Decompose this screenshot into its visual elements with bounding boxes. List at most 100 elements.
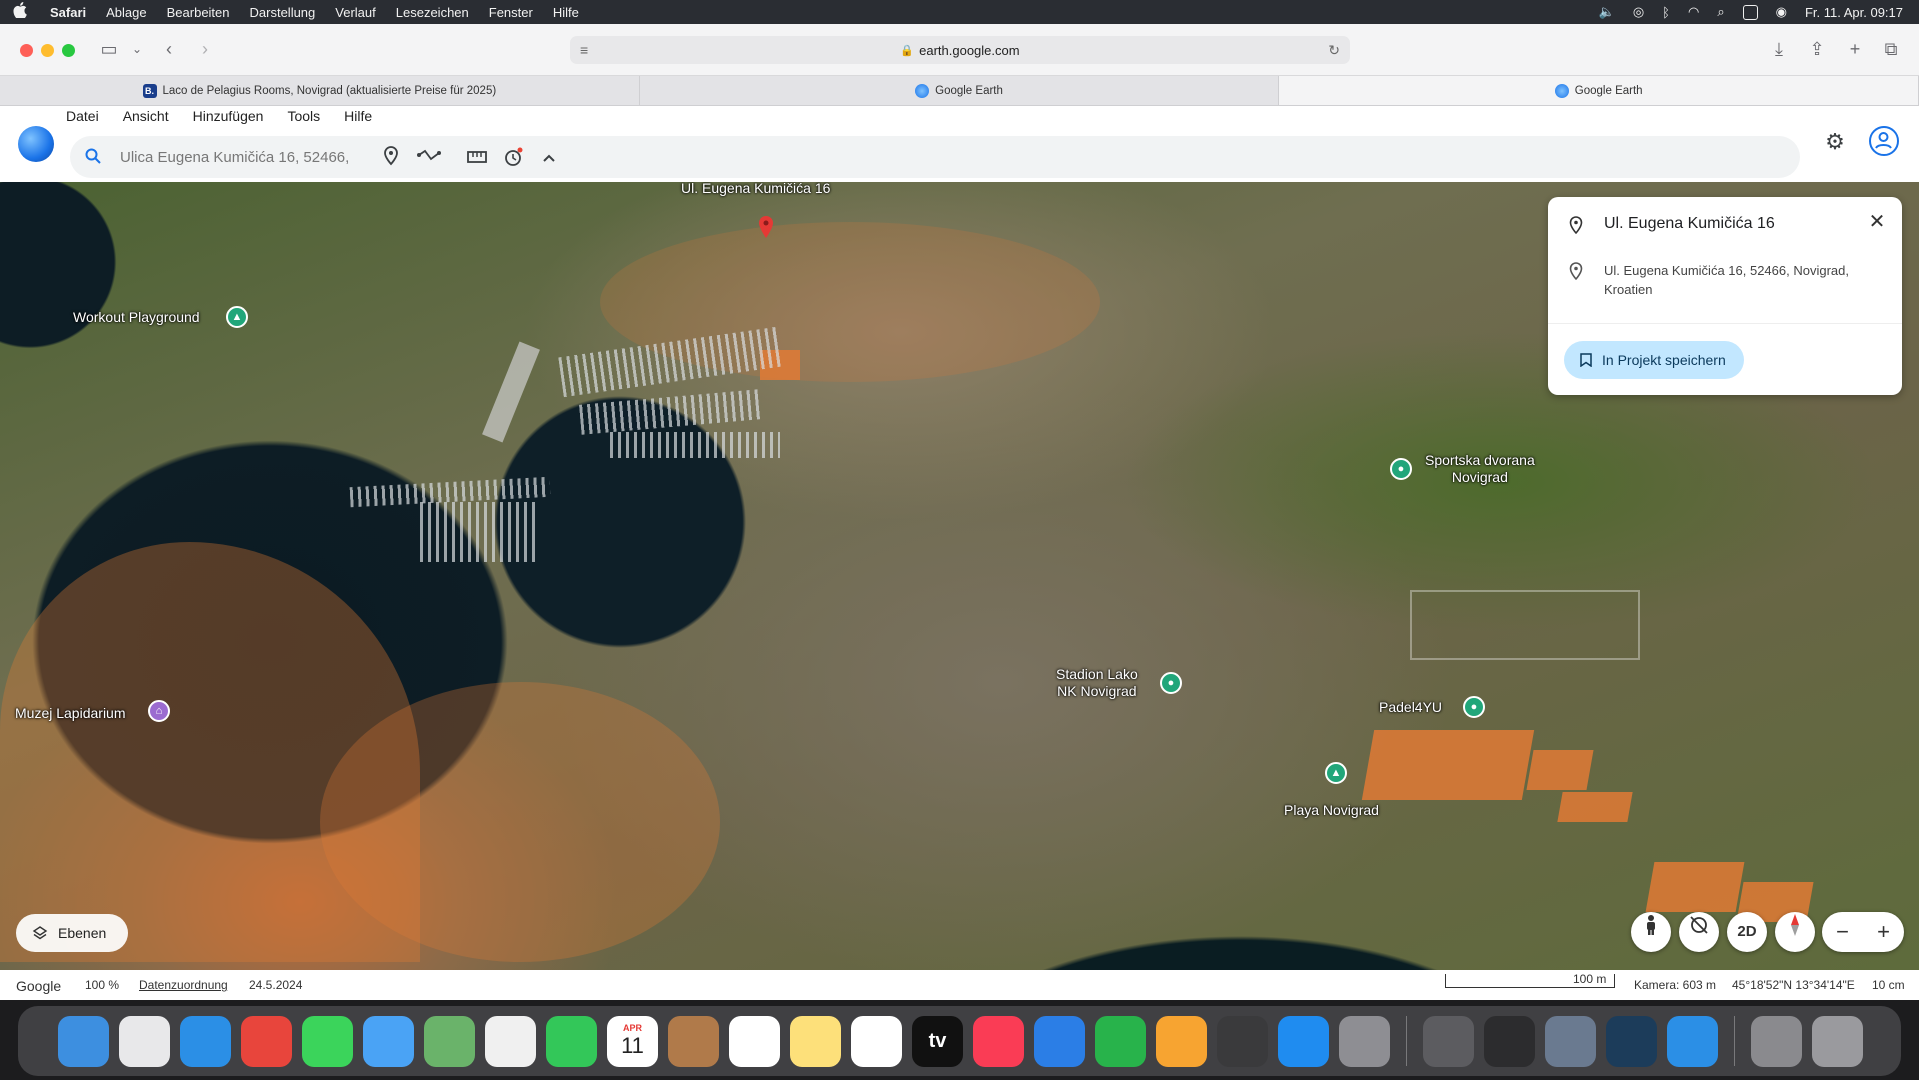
siri-icon[interactable]: ◉ <box>1776 4 1787 20</box>
layers-button[interactable]: Ebenen <box>16 914 128 952</box>
screenshot-dock-icon[interactable] <box>1484 1015 1535 1067</box>
chrome-dock-icon[interactable] <box>241 1015 292 1067</box>
save-to-project-button[interactable]: In Projekt speichern <box>1564 341 1744 379</box>
keynote-dock-icon[interactable] <box>1034 1015 1085 1067</box>
map-label-selected-address[interactable]: Ul. Eugena Kumičića 16 <box>681 182 830 196</box>
earth-menu-ansicht[interactable]: Ansicht <box>123 108 169 124</box>
toggle-2d-button[interactable]: 2D <box>1727 912 1767 952</box>
zoom-window-button[interactable] <box>62 44 75 57</box>
poi-beach-icon[interactable]: ▲ <box>1325 762 1347 784</box>
poi-sport-icon[interactable]: ● <box>1390 458 1412 480</box>
messages-dock-icon[interactable] <box>302 1015 353 1067</box>
tv-dock-icon[interactable]: tv <box>912 1015 963 1067</box>
search-icon[interactable] <box>84 147 102 165</box>
safari-dock-icon[interactable] <box>180 1015 231 1067</box>
numbers-dock-icon[interactable] <box>1095 1015 1146 1067</box>
trash-dock-icon[interactable] <box>1812 1015 1863 1067</box>
poi-stadium-icon[interactable]: ● <box>1160 672 1182 694</box>
menu-fenster[interactable]: Fenster <box>479 5 543 20</box>
map-label-stadion[interactable]: Stadion Lako NK Novigrad <box>1056 666 1138 700</box>
forward-button[interactable]: › <box>194 38 216 60</box>
gear-icon[interactable]: ⚙ <box>1821 128 1849 156</box>
facetime-dock-icon[interactable] <box>546 1015 597 1067</box>
notes-dock-icon[interactable] <box>790 1015 841 1067</box>
volume-icon[interactable]: 🔈 <box>1599 4 1615 20</box>
add-placemark-icon[interactable] <box>380 146 402 168</box>
image-capture-dock-icon[interactable] <box>1545 1015 1596 1067</box>
address-bar[interactable]: ≡ 🔒 earth.google.com ↻ <box>570 36 1350 64</box>
earth-menu-hilfe[interactable]: Hilfe <box>344 108 372 124</box>
map-label-sportska[interactable]: Sportska dvorana Novigrad <box>1425 452 1535 486</box>
data-attribution-link[interactable]: Datenzuordnung <box>139 978 228 992</box>
tab-google-earth-1[interactable]: Google Earth <box>640 76 1280 105</box>
close-window-button[interactable] <box>20 44 33 57</box>
menu-hilfe[interactable]: Hilfe <box>543 5 589 20</box>
app-store-dock-icon[interactable] <box>1278 1015 1329 1067</box>
map-label-padel[interactable]: Padel4YU <box>1379 699 1442 715</box>
share-icon[interactable]: ⇪ <box>1806 38 1828 60</box>
menu-lesezeichen[interactable]: Lesezeichen <box>386 5 479 20</box>
account-avatar[interactable] <box>1869 126 1899 156</box>
compass-icon[interactable] <box>1775 912 1815 952</box>
reminders-dock-icon[interactable] <box>729 1015 780 1067</box>
finder-dock-icon[interactable] <box>58 1015 109 1067</box>
back-button[interactable]: ‹ <box>158 38 180 60</box>
hotspot-icon[interactable]: ◎ <box>1633 4 1644 20</box>
map-label-playa[interactable]: Playa Novigrad <box>1284 802 1379 818</box>
sidebar-toggle-icon[interactable]: ▭ <box>98 38 120 60</box>
poi-park-icon[interactable]: ▲ <box>226 306 248 328</box>
map-label-muzej[interactable]: Muzej Lapidarium <box>15 705 126 721</box>
system-settings-dock-icon[interactable] <box>1339 1015 1390 1067</box>
preview-dock-icon[interactable] <box>1423 1015 1474 1067</box>
quicktime-dock-icon[interactable] <box>1606 1015 1657 1067</box>
new-tab-icon[interactable]: + <box>1844 38 1866 60</box>
location-pin-icon[interactable] <box>758 216 774 238</box>
street-view-pegman-button[interactable] <box>1631 912 1671 952</box>
zoom-in-button[interactable]: + <box>1863 912 1904 952</box>
wifi-icon[interactable]: ◠ <box>1688 4 1699 20</box>
mail-dock-icon[interactable] <box>363 1015 414 1067</box>
poi-sport-icon[interactable]: ● <box>1463 696 1485 718</box>
downloads-icon[interactable]: ⤓ <box>1768 38 1790 60</box>
chevron-down-icon[interactable]: ⌄ <box>126 38 148 60</box>
tab-overview-icon[interactable]: ⧉ <box>1880 38 1902 60</box>
earth-menu-tools[interactable]: Tools <box>287 108 320 124</box>
calendar-dock-icon[interactable]: APR 11 <box>607 1015 658 1067</box>
close-icon[interactable]: ✕ <box>1866 211 1888 233</box>
chevron-up-icon[interactable] <box>538 146 560 168</box>
menu-safari[interactable]: Safari <box>40 5 96 20</box>
zoom-out-button[interactable]: − <box>1822 912 1863 952</box>
maps-dock-icon[interactable] <box>424 1015 475 1067</box>
reload-icon[interactable]: ↻ <box>1328 42 1340 59</box>
freeform-dock-icon[interactable] <box>851 1015 902 1067</box>
archive-dock-icon[interactable] <box>1751 1015 1802 1067</box>
calculator-dock-icon[interactable] <box>1217 1015 1268 1067</box>
earth-menu-datei[interactable]: Datei <box>66 108 99 124</box>
photos-dock-icon[interactable] <box>485 1015 536 1067</box>
poi-museum-icon[interactable]: ⌂ <box>148 700 170 722</box>
safari-2-dock-icon[interactable] <box>1667 1015 1718 1067</box>
clock[interactable]: Fr. 11. Apr. 09:17 <box>1805 5 1903 20</box>
tab-booking[interactable]: B. Laco de Pelagius Rooms, Novigrad (akt… <box>0 76 640 105</box>
draw-path-icon[interactable] <box>416 146 442 168</box>
minimize-window-button[interactable] <box>41 44 54 57</box>
launchpad-dock-icon[interactable] <box>119 1015 170 1067</box>
tab-google-earth-2[interactable]: Google Earth <box>1279 76 1919 105</box>
pages-dock-icon[interactable] <box>1156 1015 1207 1067</box>
menu-verlauf[interactable]: Verlauf <box>325 5 385 20</box>
reset-tilt-icon[interactable] <box>1679 912 1719 952</box>
control-center-icon[interactable] <box>1742 4 1758 20</box>
measure-icon[interactable] <box>466 146 488 168</box>
map-label-workout[interactable]: Workout Playground <box>73 309 200 325</box>
contacts-dock-icon[interactable] <box>668 1015 719 1067</box>
historical-imagery-icon[interactable] <box>502 146 524 168</box>
page-menu-icon[interactable]: ≡ <box>580 42 588 58</box>
bluetooth-icon[interactable]: ᛒ <box>1662 5 1670 20</box>
menu-ablage[interactable]: Ablage <box>96 5 156 20</box>
earth-menu-hinzufuegen[interactable]: Hinzufügen <box>193 108 264 124</box>
google-earth-logo[interactable] <box>18 126 54 162</box>
menu-bearbeiten[interactable]: Bearbeiten <box>157 5 240 20</box>
apple-menu-icon[interactable] <box>0 2 40 22</box>
spotlight-icon[interactable]: ⌕ <box>1717 4 1724 20</box>
music-dock-icon[interactable] <box>973 1015 1024 1067</box>
